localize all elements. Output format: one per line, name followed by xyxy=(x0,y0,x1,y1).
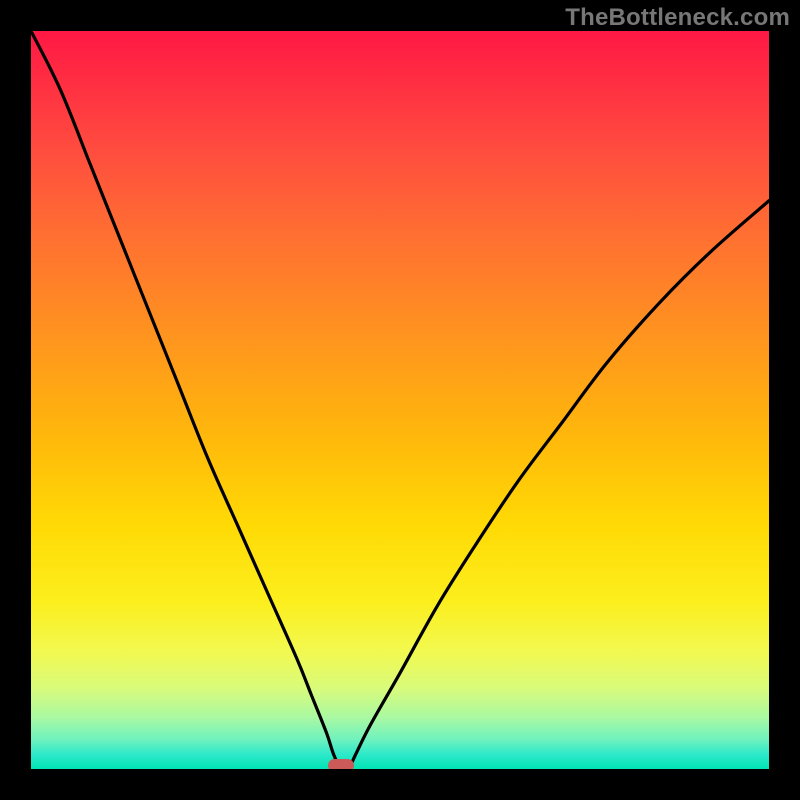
plot-area xyxy=(31,31,769,769)
watermark-text: TheBottleneck.com xyxy=(565,4,790,32)
optimum-marker xyxy=(328,759,354,769)
chart-frame: TheBottleneck.com xyxy=(0,0,800,800)
bottleneck-curve xyxy=(31,31,769,769)
